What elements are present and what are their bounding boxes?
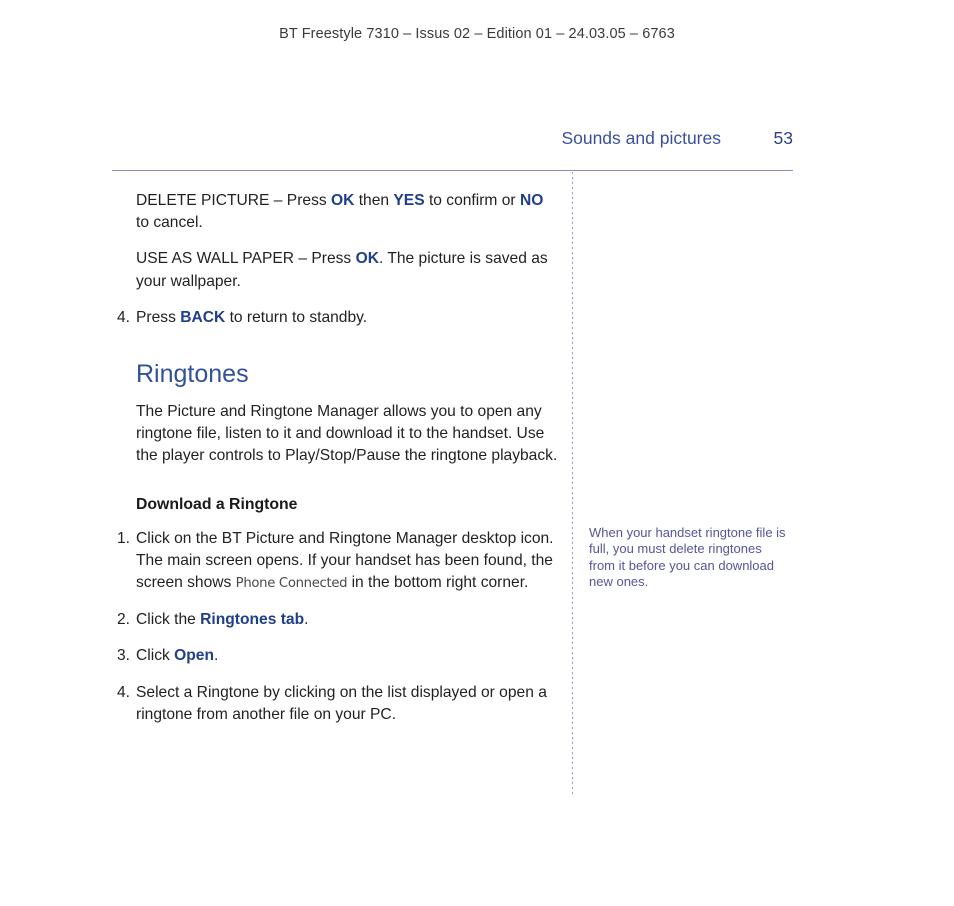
- list-marker: 4.: [116, 683, 130, 701]
- wallpaper-dash: –: [294, 250, 312, 268]
- column-divider: [572, 172, 573, 794]
- keyword-no: NO: [519, 192, 544, 209]
- keyword-open: Open: [174, 647, 214, 665]
- header-rule: [112, 170, 793, 171]
- keyword-yes: YES: [393, 192, 425, 209]
- step4-rest: to return to standby.: [225, 308, 368, 326]
- list-marker: 3.: [116, 647, 130, 665]
- wallpaper-press: Press: [311, 250, 356, 268]
- delete-picture-then: then: [354, 192, 394, 209]
- list-item-text: Select a Ringtone by clicking on the lis…: [136, 683, 547, 723]
- keyword-ok-wallpaper: OK: [355, 250, 379, 268]
- list-item-step-1: 1. Click on the BT Picture and Ringtone …: [112, 528, 558, 596]
- page-number: 53: [773, 128, 793, 148]
- delete-picture-label: DELETE PICTURE: [136, 192, 270, 209]
- step1-text-b: in the bottom right corner.: [347, 574, 529, 592]
- section-title: Sounds and pictures: [561, 128, 721, 148]
- page-header: Sounds and pictures 53: [112, 128, 793, 149]
- step2-text-a: Click the: [136, 611, 201, 629]
- section-heading-ringtones: Ringtones: [136, 360, 249, 389]
- delete-picture-dash: –: [269, 192, 287, 209]
- step3-text-a: Click: [136, 647, 175, 665]
- side-note: When your handset ringtone file is full,…: [589, 525, 786, 590]
- list-item-step-3: 3. Click Open.: [112, 645, 558, 667]
- list-marker: 4.: [116, 308, 130, 326]
- keyword-back: BACK: [180, 308, 226, 326]
- list-item-text: Click Open.: [136, 645, 558, 667]
- list-item-step-4-previous: 4. Press BACK to return to standby.: [112, 307, 558, 329]
- step2-text-b: .: [304, 611, 309, 629]
- delete-picture-cancel: to cancel.: [136, 214, 203, 232]
- wallpaper-label: USE AS WALL PAPER: [136, 250, 295, 268]
- list-item-text: Press BACK to return to standby.: [136, 307, 558, 329]
- list-item-step-2: 2. Click the Ringtones tab.: [112, 609, 558, 631]
- screen-label-phone-connected: Phone Connected: [235, 576, 348, 592]
- sub-heading-download-a-ringtone: Download a Ringtone: [136, 495, 298, 513]
- delete-picture-confirm: to confirm or: [424, 192, 520, 209]
- delete-picture-press: Press: [286, 192, 331, 209]
- paragraph-ringtones-intro: The Picture and Ringtone Manager allows …: [136, 403, 558, 465]
- paragraph-delete-picture: DELETE PICTURE – Press OK then YES to co…: [136, 190, 558, 234]
- list-marker: 1.: [116, 529, 130, 547]
- running-head: BT Freestyle 7310 – Issus 02 – Edition 0…: [279, 26, 675, 42]
- keyword-ok: OK: [331, 192, 355, 209]
- list-marker: 2.: [116, 611, 130, 629]
- list-item-text: Click on the BT Picture and Ringtone Man…: [136, 528, 558, 596]
- paragraph-use-as-wallpaper: USE AS WALL PAPER – Press OK. The pictur…: [136, 248, 558, 292]
- main-text-column: DELETE PICTURE – Press OK then YES to co…: [112, 190, 558, 740]
- step4-press: Press: [136, 308, 181, 326]
- step3-text-b: .: [213, 647, 219, 665]
- keyword-ringtones-tab: Ringtones tab: [200, 611, 305, 629]
- list-item-text: Click the Ringtones tab.: [136, 609, 558, 631]
- list-item-step-4: 4. Select a Ringtone by clicking on the …: [112, 682, 558, 726]
